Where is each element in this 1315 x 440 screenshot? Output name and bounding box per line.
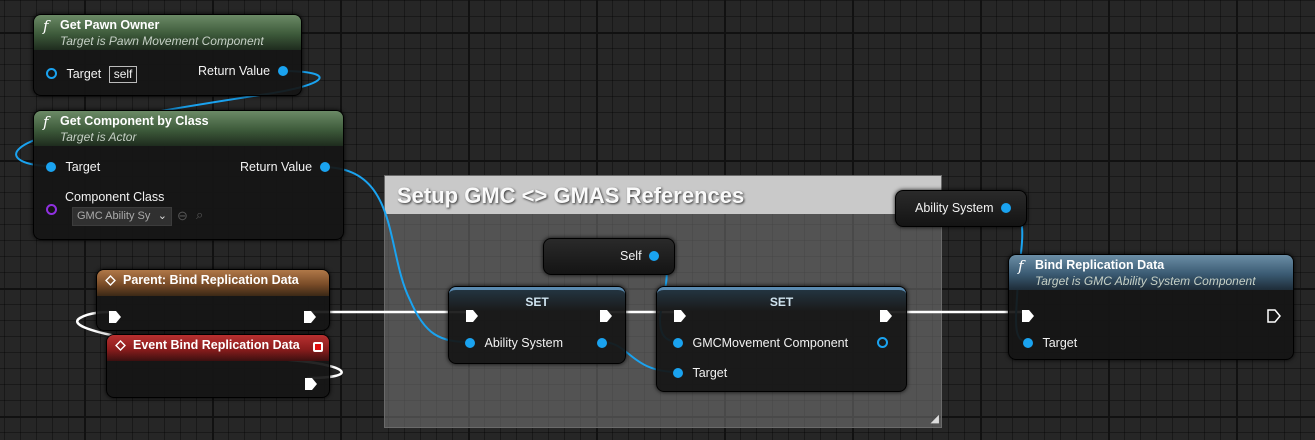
object-pin-icon[interactable] [649, 251, 660, 261]
class-pin-icon[interactable] [46, 204, 57, 215]
pin-label: Ability System [484, 336, 563, 350]
event-icon [105, 275, 116, 286]
pin-target[interactable]: Target self [46, 66, 138, 83]
use-selected-icon[interactable]: ⊖ [177, 208, 188, 224]
chevron-down-icon: ⌄ [157, 210, 167, 222]
pin-label: Ability System [915, 201, 994, 215]
object-pin-icon[interactable] [673, 338, 683, 348]
event-delegate-icon [313, 342, 323, 352]
node-header: f Bind Replication Data Target is GMC Ab… [1009, 255, 1293, 290]
node-bind-replication-data[interactable]: f Bind Replication Data Target is GMC Ab… [1008, 254, 1294, 360]
component-class-label: Component Class [65, 190, 165, 204]
pin-label: GMCMovement Component [692, 336, 849, 350]
pin-label: Target [66, 67, 102, 81]
object-pin-icon[interactable] [877, 337, 888, 348]
pin-label: Return Value [240, 160, 313, 174]
node-ability-system-getter[interactable]: Ability System [895, 190, 1027, 227]
pin-gmc-movement-out[interactable] [877, 336, 888, 350]
pin-label: Self [620, 249, 642, 263]
node-title: Get Pawn Owner [60, 18, 160, 32]
pin-ability-system[interactable]: Ability System [915, 201, 1011, 215]
event-icon [115, 340, 126, 351]
pin-return-value[interactable]: Return Value [240, 160, 330, 174]
pin-return-value[interactable]: Return Value [198, 64, 288, 78]
node-parent-bind-replication-data[interactable]: Parent: Bind Replication Data [96, 269, 330, 331]
node-header: f Get Component by Class Target is Actor [34, 111, 343, 146]
pin-target[interactable]: Target [1023, 336, 1077, 350]
node-self[interactable]: Self [543, 238, 675, 275]
pin-self[interactable]: Self [620, 249, 660, 263]
dropdown-value: GMC Ability Sy [77, 210, 151, 222]
browse-icon[interactable]: ⌕ [196, 207, 203, 223]
node-title: SET [449, 287, 625, 311]
node-title: Get Component by Class [60, 114, 209, 128]
node-subtitle: Target is GMC Ability System Component [1035, 274, 1256, 288]
object-pin-icon[interactable] [46, 162, 56, 172]
pin-target[interactable]: Target [673, 366, 727, 380]
pin-label: Return Value [198, 64, 271, 78]
object-pin-icon[interactable] [319, 162, 330, 172]
node-event-bind-replication-data[interactable]: Event Bind Replication Data [106, 334, 330, 398]
object-pin-icon[interactable] [465, 338, 475, 348]
function-icon: f [1018, 257, 1024, 275]
node-subtitle: Target is Actor [60, 130, 137, 144]
comment-title[interactable]: Setup GMC <> GMAS References [385, 176, 941, 214]
node-get-component-by-class[interactable]: f Get Component by Class Target is Actor… [33, 110, 344, 240]
node-set-ability-system[interactable]: SET Ability System [448, 286, 626, 364]
pin-label: Target [692, 366, 728, 380]
node-set-gmc-movement-component[interactable]: SET GMCMovement Component Target [656, 286, 907, 392]
target-value-field[interactable]: self [108, 66, 138, 83]
resize-grip-icon[interactable]: ◢ [927, 413, 939, 425]
function-icon: f [43, 17, 49, 35]
node-subtitle: Target is Pawn Movement Component [60, 34, 264, 48]
pin-label: Target [65, 160, 101, 174]
node-title: Event Bind Replication Data [133, 338, 300, 352]
pin-label: Target [1042, 336, 1078, 350]
object-pin-icon[interactable] [277, 66, 288, 76]
object-pin-icon[interactable] [673, 368, 683, 378]
node-header: Event Bind Replication Data [107, 335, 329, 361]
function-icon: f [43, 113, 49, 131]
node-get-pawn-owner[interactable]: f Get Pawn Owner Target is Pawn Movement… [33, 14, 302, 96]
node-title: SET [657, 287, 906, 311]
node-title: Bind Replication Data [1035, 258, 1165, 272]
node-title: Parent: Bind Replication Data [123, 273, 299, 287]
object-pin-icon[interactable] [1023, 338, 1033, 348]
pin-gmc-movement-in[interactable]: GMCMovement Component [673, 336, 848, 350]
node-header: Parent: Bind Replication Data [97, 270, 329, 296]
pin-ability-system-in[interactable]: Ability System [465, 336, 563, 350]
node-header: f Get Pawn Owner Target is Pawn Movement… [34, 15, 301, 50]
object-pin-icon[interactable] [46, 68, 57, 79]
object-pin-icon[interactable] [1000, 203, 1011, 213]
pin-target[interactable]: Target [46, 160, 100, 174]
pin-ability-system-out[interactable] [597, 336, 607, 350]
component-class-dropdown[interactable]: GMC Ability Sy ⌄ [72, 207, 172, 226]
object-pin-icon[interactable] [597, 338, 607, 348]
